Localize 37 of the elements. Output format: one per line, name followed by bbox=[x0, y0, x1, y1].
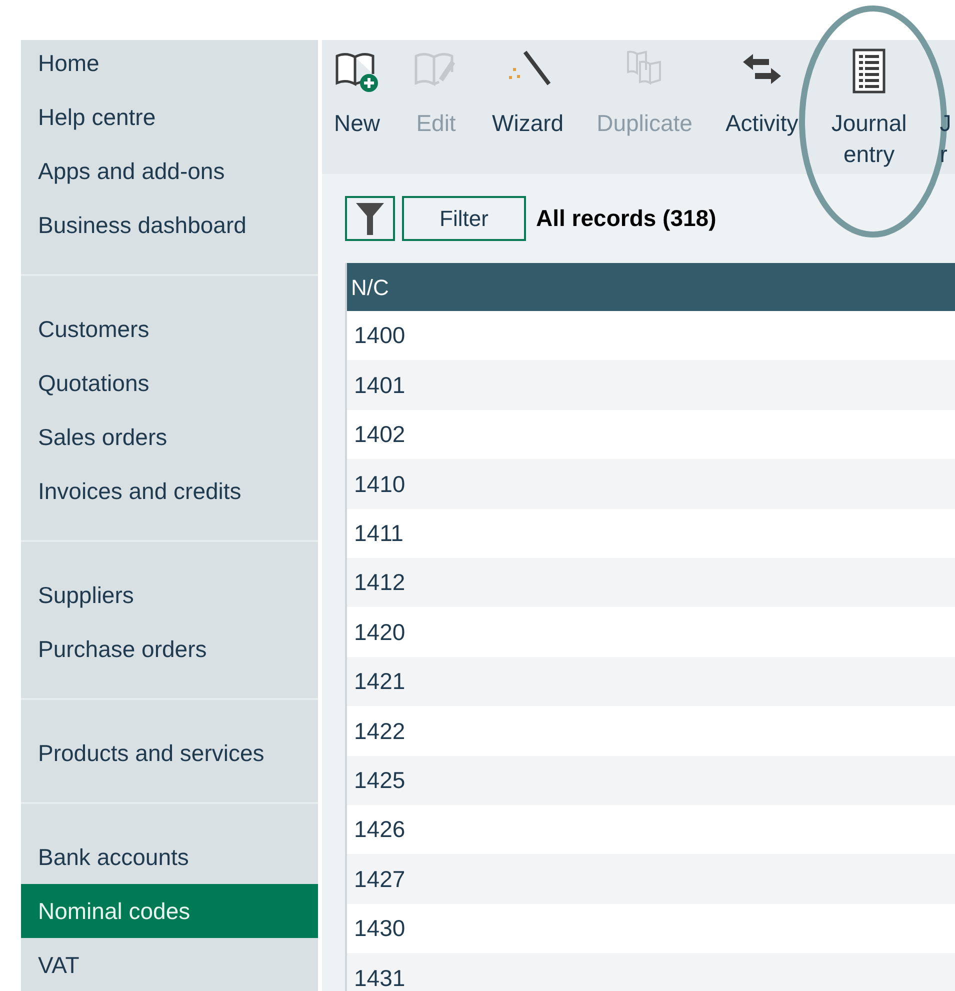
sidebar-item[interactable]: Apps and add-ons bbox=[21, 144, 318, 198]
sidebar-item[interactable]: Business dashboard bbox=[21, 198, 318, 252]
table-cell-text: 1422 bbox=[353, 716, 406, 746]
column-header[interactable]: N/C bbox=[347, 263, 389, 311]
sidebar-item[interactable]: Quotations bbox=[21, 356, 318, 410]
table-cell-text: 1401 bbox=[353, 370, 406, 400]
toolbar-button[interactable]: Activity bbox=[725, 48, 798, 143]
sidebar-item[interactable]: Bank accounts bbox=[21, 830, 318, 884]
sidebar-item[interactable]: Sales orders bbox=[21, 410, 318, 464]
sidebar-item[interactable]: Nominal codes bbox=[21, 884, 318, 938]
table-cell-text: 1400 bbox=[353, 321, 406, 350]
sidebar-item[interactable]: Customers bbox=[21, 302, 318, 356]
table-cell-text: 1430 bbox=[353, 914, 406, 944]
sidebar-item[interactable]: Help centre bbox=[21, 90, 318, 144]
table-cell-text: 1420 bbox=[353, 618, 406, 647]
table-cell-text: 1431 bbox=[353, 964, 406, 991]
sidebar-item[interactable]: Invoices and credits bbox=[21, 464, 318, 518]
toolbar-button[interactable]: New bbox=[334, 48, 380, 143]
table-cell-text: 1412 bbox=[353, 568, 406, 598]
toolbar-button[interactable]: Journal entry bbox=[831, 48, 907, 174]
table-cell-text: 1402 bbox=[353, 420, 406, 450]
table-cell-text: 1410 bbox=[353, 470, 406, 499]
table-cell-text: 1411 bbox=[353, 519, 404, 548]
sidebar-item[interactable]: VAT bbox=[21, 938, 318, 991]
filter-toggle-button[interactable] bbox=[345, 196, 395, 241]
sidebar-item[interactable]: Suppliers bbox=[21, 568, 318, 622]
records-count: All records (318) bbox=[536, 204, 716, 234]
sidebar-item[interactable]: Home bbox=[21, 36, 318, 90]
sidebar-item[interactable]: Purchase orders bbox=[21, 622, 318, 676]
table-cell-text: 1427 bbox=[353, 864, 406, 894]
table-cell-text: 1421 bbox=[353, 667, 406, 696]
toolbar-button[interactable]: Wizard bbox=[492, 48, 564, 143]
filter-button[interactable]: Filter bbox=[402, 196, 526, 241]
table-cell-text: 1426 bbox=[353, 815, 406, 844]
funnel-icon bbox=[355, 202, 385, 236]
sidebar-item[interactable]: Products and services bbox=[21, 726, 318, 780]
table-cell-text: 1425 bbox=[353, 766, 406, 795]
